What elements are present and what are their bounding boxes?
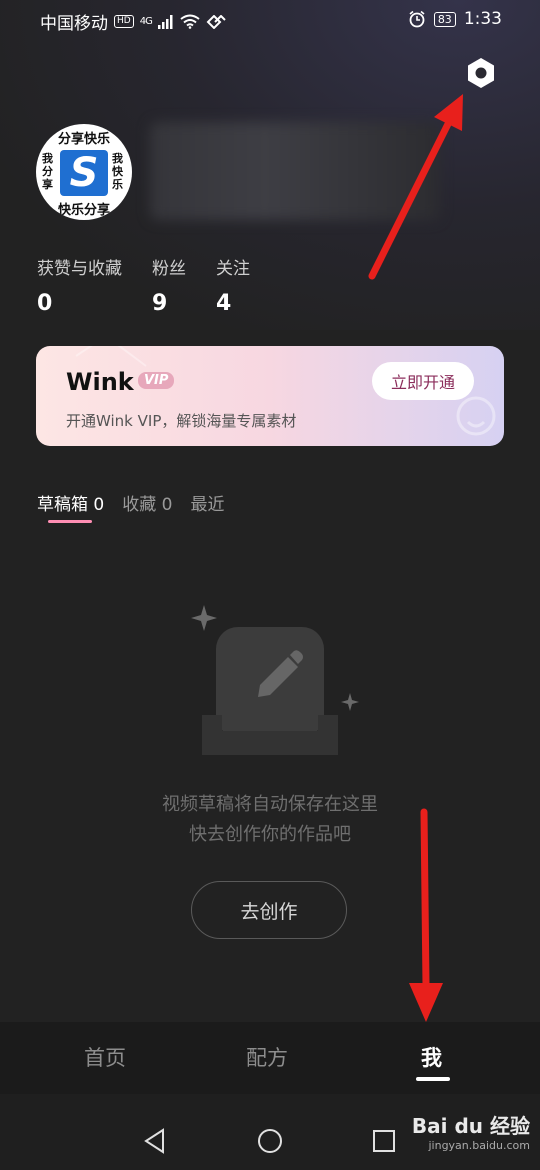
link-icon [206,14,226,29]
avatar-right-text: 我快乐 [112,152,123,191]
stat-likes[interactable]: 获赞与收藏 0 [37,254,122,316]
alarm-icon [409,10,425,28]
baidu-watermark: Bai du 经验 jingyan.baidu.com [412,1110,530,1152]
active-tab-indicator [48,520,92,523]
network-label: 4G [139,16,153,27]
vip-subtitle: 开通Wink VIP，解锁海量专属素材 [66,412,297,430]
empty-line-1: 视频草稿将自动保存在这里 [162,794,378,815]
stat-value: 0 [37,291,53,316]
nav-me[interactable]: 我 [421,1042,442,1072]
recent-apps-icon[interactable] [372,1129,396,1153]
empty-state-message: 视频草稿将自动保存在这里 快去创作你的作品吧 [0,790,540,850]
content-tabs: 草稿箱 0 收藏 0 最近 [37,490,224,515]
avatar-bottom-text: 快乐分享 [57,203,110,218]
battery-indicator: 83 [433,11,456,27]
avatar-left-text: 我分享 [42,152,53,191]
create-button[interactable]: 去创作 [191,881,347,939]
clock: 1:33 [463,9,502,29]
stat-following[interactable]: 关注 4 [216,254,250,316]
hd-badge: HD [114,15,134,28]
vip-brand: Wink [66,368,134,396]
nav-home[interactable]: 首页 [84,1042,126,1072]
stat-value: 9 [152,291,168,316]
stat-label: 获赞与收藏 [37,259,122,279]
blurred-username [150,122,440,220]
draft-box-icon [191,605,359,755]
stat-label: 粉丝 [152,259,186,279]
watermark-logo: Bai du 经验 [411,1114,530,1138]
settings-button[interactable] [462,54,500,92]
profile-stats: 获赞与收藏 0 粉丝 9 关注 4 [37,254,250,316]
vip-open-button[interactable]: 立即开通 [372,362,474,400]
bottom-navigation: 首页 配方 我 [0,1022,540,1094]
tab-favorites[interactable]: 收藏 0 [122,490,172,515]
nav-active-indicator [416,1077,450,1081]
vip-banner[interactable]: Wink VIP 开通Wink VIP，解锁海量专属素材 立即开通 [36,346,504,446]
avatar-top-text: 分享快乐 [57,132,110,147]
tab-drafts[interactable]: 草稿箱 0 [37,490,104,515]
wifi-icon [180,14,200,29]
stat-label: 关注 [216,259,250,279]
vip-badge: VIP [138,372,175,389]
stat-value: 4 [216,291,232,316]
empty-line-2: 快去创作你的作品吧 [189,824,351,845]
stat-followers[interactable]: 粉丝 9 [152,254,186,316]
back-icon[interactable] [143,1128,167,1154]
avatar[interactable]: 分享快乐 我分享 S 我快乐 快乐分享 [36,124,132,220]
tab-recent[interactable]: 最近 [190,490,224,515]
avatar-logo: S [60,150,108,196]
signal-icon [157,14,173,29]
watermark-url: jingyan.baidu.com [428,1139,530,1152]
carrier-label: 中国移动 [40,14,108,34]
nav-recipe[interactable]: 配方 [246,1042,288,1072]
home-icon[interactable] [257,1128,283,1154]
status-bar: 中国移动 HD 4G 83 1:33 [0,0,540,38]
hexagon-settings-icon [468,58,494,88]
